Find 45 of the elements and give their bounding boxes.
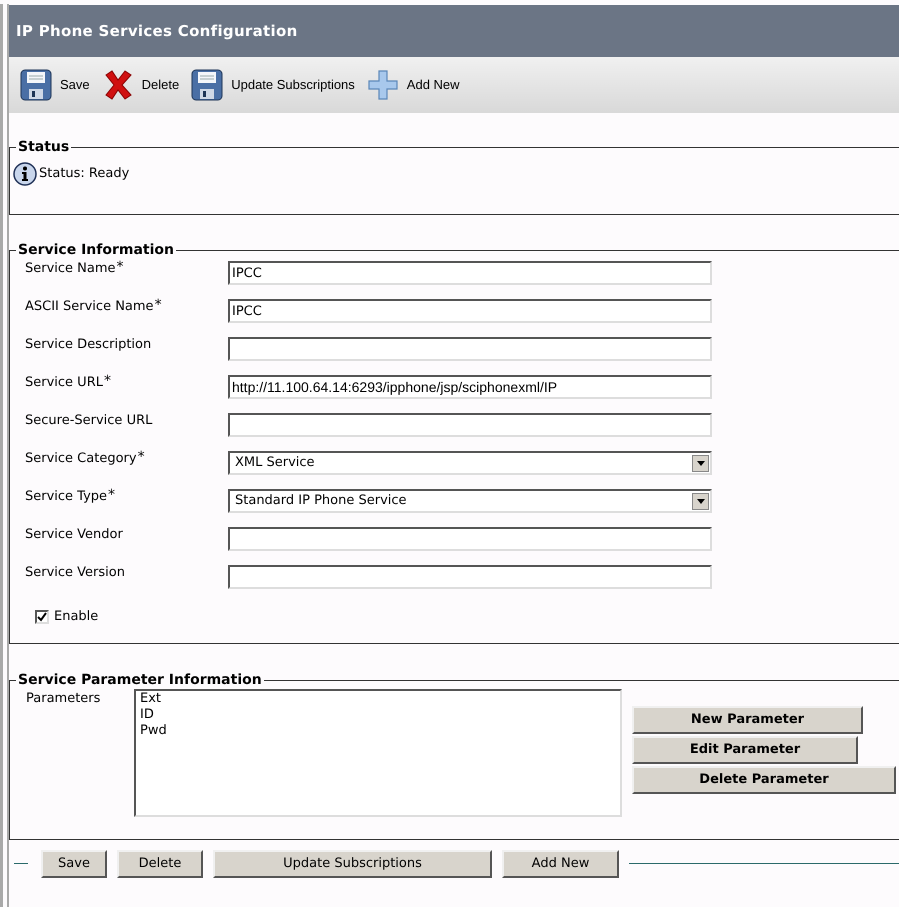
input-field[interactable] (228, 565, 712, 589)
toolbar-button[interactable]: Save (20, 69, 94, 101)
form-button[interactable]: Save (41, 850, 107, 878)
required-mark: * (138, 451, 145, 467)
form-button[interactable]: Update Subscriptions (213, 850, 492, 878)
checkbox[interactable] (35, 610, 49, 624)
list-item[interactable]: Ext (140, 690, 616, 706)
required-mark: * (116, 261, 124, 277)
toolbar-button[interactable]: Update Subscriptions (191, 69, 359, 101)
input-field[interactable] (228, 337, 712, 361)
toolbar-button[interactable]: Add New (366, 69, 464, 101)
plus-icon (366, 69, 399, 101)
form-button[interactable]: Add New (502, 850, 619, 878)
field-label: Service Name (25, 261, 116, 277)
info-icon (13, 162, 37, 186)
parameter-button[interactable]: New Parameter (632, 706, 863, 734)
checkbox-label: Enable (54, 608, 98, 626)
required-mark: * (104, 375, 111, 391)
field-label: Service Version (25, 565, 125, 581)
input-field[interactable]: IPCC (228, 299, 712, 323)
form-button[interactable]: Delete (117, 850, 203, 878)
toolbar-button[interactable]: Delete (102, 69, 184, 101)
input-field[interactable] (228, 413, 712, 437)
required-mark: * (108, 489, 116, 505)
list-item[interactable]: Pwd (140, 722, 616, 738)
field-label: Service Type (25, 489, 108, 505)
field-label: Secure-Service URL (25, 413, 152, 429)
field-label: Service Vendor (25, 527, 123, 543)
dropdown[interactable]: Standard IP Phone Service (228, 489, 712, 513)
input-field[interactable] (228, 527, 712, 551)
field-label: Service Description (25, 337, 152, 353)
field-label: Service Category (25, 451, 137, 467)
field-label: Parameters (26, 690, 102, 708)
field-label: Service URL (25, 375, 103, 391)
dropdown[interactable]: XML Service (228, 451, 712, 475)
required-mark: * (154, 299, 162, 315)
field-label: ASCII Service Name (25, 299, 154, 315)
list-item[interactable]: ID (140, 706, 616, 722)
status-message: Status: Ready (39, 165, 130, 184)
parameter-button[interactable]: Delete Parameter (632, 766, 896, 794)
list-box[interactable]: Ext ID Pwd (134, 688, 622, 816)
input-field[interactable]: IPCC (228, 261, 712, 285)
input-field[interactable]: http://11.100.64.14:6293/ipphone/jsp/sciphonexml/IP (228, 375, 712, 399)
parameter-button[interactable]: Edit Parameter (632, 736, 858, 764)
window-title: IP Phone Services Configuration (9, 5, 899, 57)
